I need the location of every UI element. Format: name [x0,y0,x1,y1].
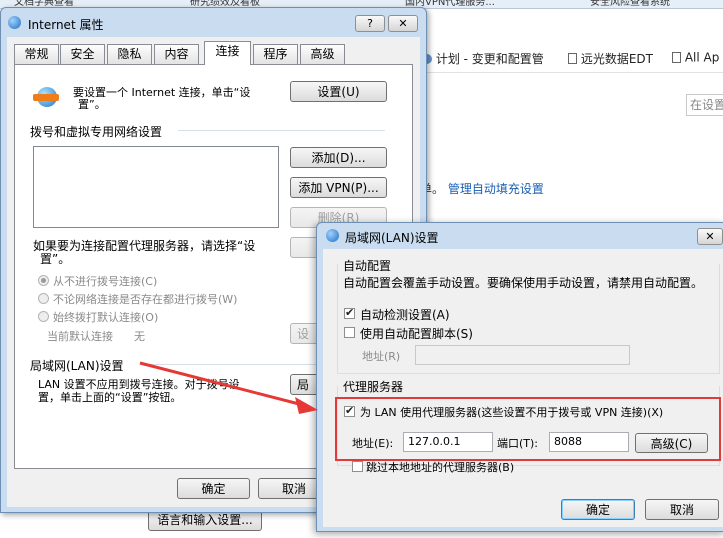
arrow-head [295,397,318,414]
arrow-shaft [139,361,304,407]
tab-connections[interactable]: 连接 [204,41,251,65]
annotation-arrow [139,361,318,414]
